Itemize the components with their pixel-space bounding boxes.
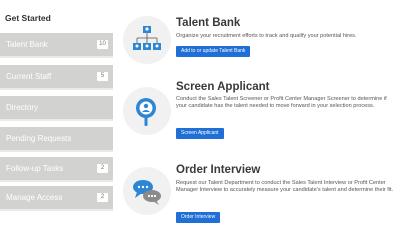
count-badge: 5	[97, 72, 108, 81]
talent-bank-title: Talent Bank	[176, 17, 241, 29]
order-interview-title: Order Interview	[176, 164, 261, 176]
sidebar-item-label: Current Staff	[6, 72, 52, 81]
sidebar-item-talent-bank[interactable]: Talent Bank 10	[0, 33, 113, 58]
chat-bubbles-icon	[123, 167, 171, 215]
count-badge: 10	[97, 40, 108, 49]
sidebar-item-label: Follow-up Tasks	[6, 164, 64, 173]
main-panel: Talent Bank Organize your recruitment ef…	[113, 0, 400, 225]
screen-applicant-description: Conduct the Sales Talent Screener or Pro…	[176, 96, 387, 110]
order-interview-description: Request our Talent Department to conduct…	[176, 180, 394, 194]
org-chart-icon	[123, 16, 171, 64]
sidebar-item-directory[interactable]: Directory	[0, 96, 113, 121]
sidebar-item-follow-up-tasks[interactable]: Follow-up Tasks 2	[0, 157, 113, 182]
screen-applicant-button[interactable]: Screen Applicant	[176, 128, 224, 139]
person-magnifier-icon	[123, 87, 171, 135]
sidebar-item-label: Directory	[6, 103, 39, 112]
sidebar-title: Get Started	[5, 13, 51, 23]
order-interview-section: Order Interview Request our Talent Depar…	[113, 150, 400, 225]
screen-applicant-section: Screen Applicant Conduct the Sales Talen…	[113, 75, 400, 150]
sidebar-item-manage-access[interactable]: Manage Access 2	[0, 186, 113, 211]
sidebar-item-label: Pending Requests	[6, 134, 72, 143]
add-to-talent-bank-button[interactable]: Add to or update Talent Bank	[176, 46, 251, 57]
sidebar-item-label: Manage Access	[6, 193, 63, 202]
talent-bank-section: Talent Bank Organize your recruitment ef…	[113, 0, 400, 75]
count-badge: 2	[97, 164, 108, 173]
order-interview-button[interactable]: Order Interview	[176, 212, 221, 223]
count-badge: 2	[97, 193, 108, 202]
talent-bank-description: Organize your recruitment efforts to tra…	[176, 33, 357, 39]
sidebar-item-current-staff[interactable]: Current Staff 5	[0, 65, 113, 90]
sidebar: Get Started Talent Bank 10 Current Staff…	[0, 0, 113, 225]
screen-applicant-title: Screen Applicant	[176, 81, 270, 93]
sidebar-item-label: Talent Bank	[6, 40, 48, 49]
sidebar-item-pending-requests[interactable]: Pending Requests	[0, 127, 113, 152]
